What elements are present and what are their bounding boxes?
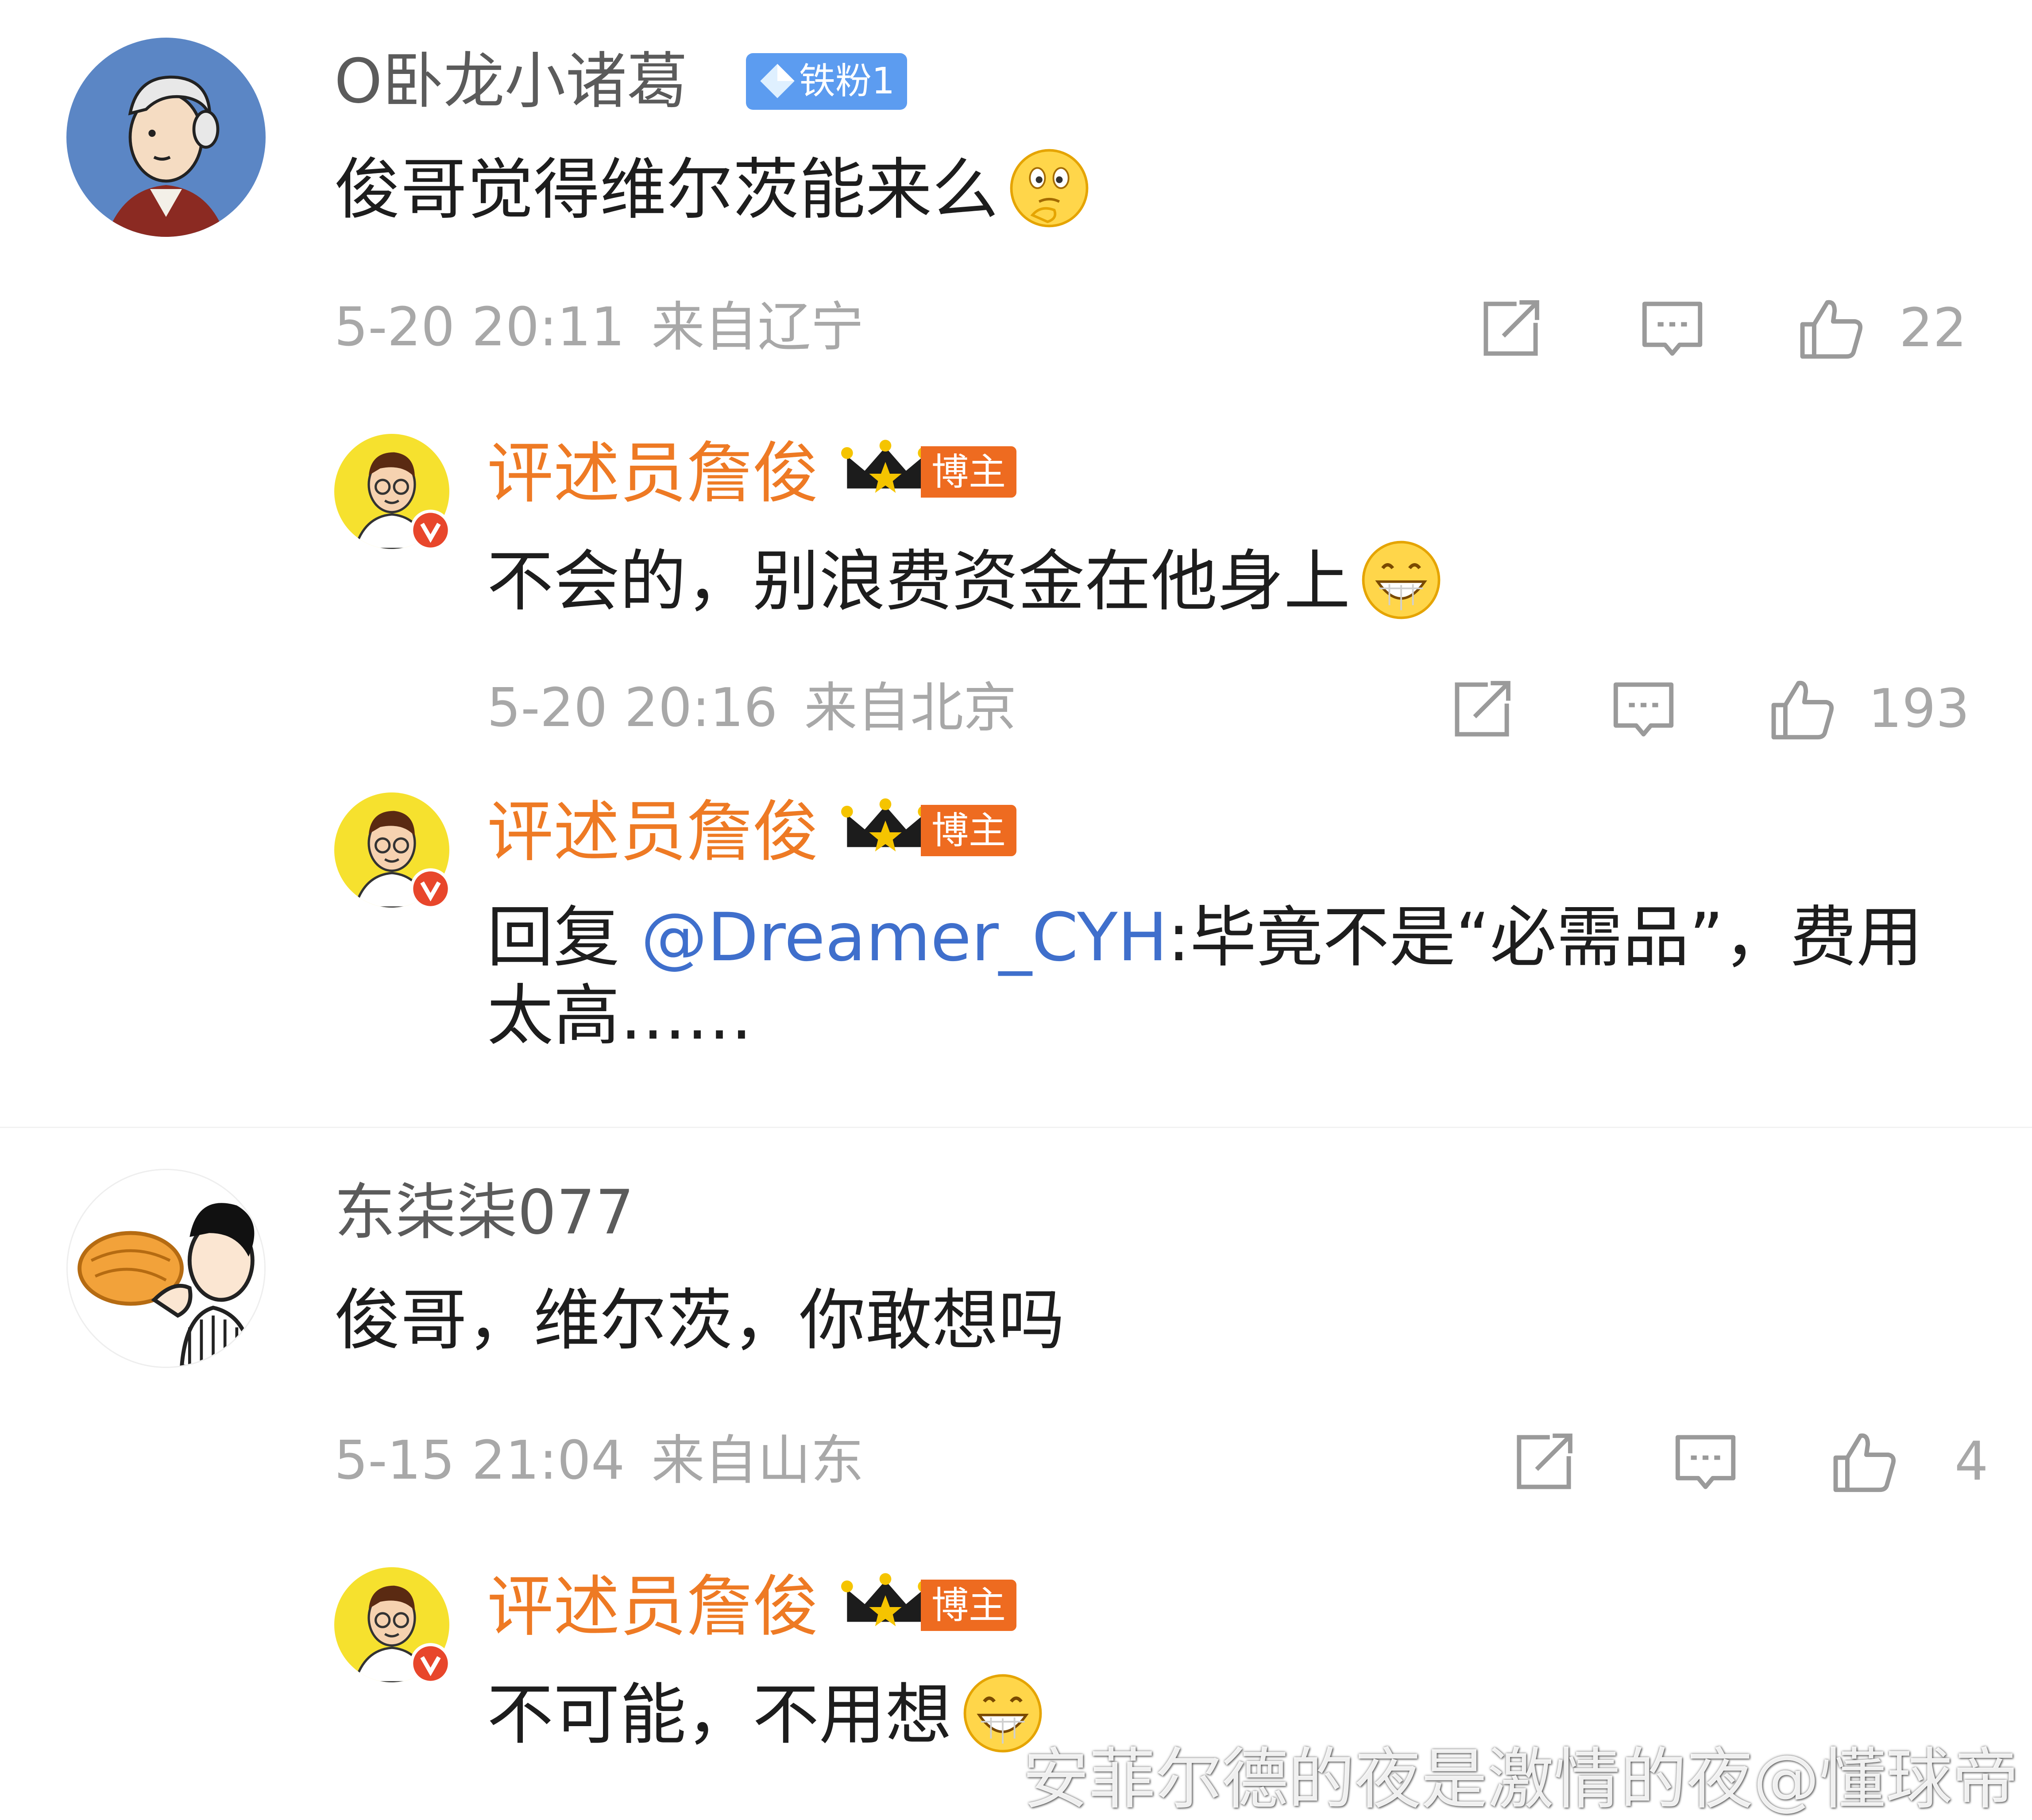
reply-text: 回复 @Dreamer_CYH:毕竟不是“必需品”，费用太高…… xyxy=(487,899,1923,1055)
blogger-badge-label: 博主 xyxy=(921,805,1017,856)
comment-meta: 5-20 20:11 来自辽宁 xyxy=(334,301,864,354)
comment-username[interactable]: 东柒柒077 xyxy=(334,1182,634,1243)
share-icon[interactable] xyxy=(1507,1426,1580,1499)
location: 来自辽宁 xyxy=(651,297,864,358)
reply-username[interactable]: 评述员詹俊 xyxy=(487,441,819,507)
reply-meta: 5-20 20:16 来自北京 xyxy=(487,682,1016,735)
comment-icon[interactable] xyxy=(1669,1426,1742,1499)
timestamp: 5-15 21:04 xyxy=(334,1430,625,1492)
like-count: 193 xyxy=(1868,678,1970,740)
crown-icon xyxy=(841,1573,930,1627)
like-icon[interactable] xyxy=(1795,292,1868,365)
crown-icon xyxy=(841,440,930,493)
grin-emoji-icon xyxy=(1359,538,1443,622)
verified-icon xyxy=(409,1642,452,1685)
blogger-badge-label: 博主 xyxy=(921,446,1017,498)
reply-text: 不会的，别浪费资金在他身上 xyxy=(487,538,1992,622)
diamond-icon xyxy=(760,64,795,98)
comment-icon[interactable] xyxy=(1607,673,1680,746)
like-icon[interactable] xyxy=(1828,1426,1901,1499)
comment-username[interactable]: O卧龙小诸葛 xyxy=(334,51,688,112)
like-count: 22 xyxy=(1899,298,1967,359)
comment-actions: 4 xyxy=(1507,1426,2014,1501)
blogger-badge[interactable]: 博主 xyxy=(841,438,1018,500)
reply-username[interactable]: 评述员詹俊 xyxy=(487,1574,819,1640)
location: 来自北京 xyxy=(804,677,1017,739)
fan-level-badge[interactable]: 铁粉1 xyxy=(746,53,908,110)
blogger-badge-label: 博主 xyxy=(921,1580,1017,1631)
comment-meta: 5-15 21:04 来自山东 xyxy=(334,1434,864,1488)
watermark: 安菲尔德的夜是激情的夜@懂球帝 xyxy=(1023,1741,2019,1818)
timestamp: 5-20 20:11 xyxy=(334,297,625,358)
crown-icon xyxy=(841,798,930,852)
timestamp: 5-20 20:16 xyxy=(487,677,778,739)
mention-link[interactable]: @Dreamer_CYH xyxy=(641,899,1168,976)
reply-actions: 193 xyxy=(1445,673,2014,748)
like-count: 4 xyxy=(1955,1431,1989,1492)
blogger-badge[interactable]: 博主 xyxy=(841,797,1018,859)
like-icon[interactable] xyxy=(1766,673,1839,746)
share-icon[interactable] xyxy=(1474,292,1547,365)
fan-badge-label: 铁粉1 xyxy=(799,60,895,102)
comment-icon[interactable] xyxy=(1636,292,1709,365)
comment-text: 俊哥，维尔茨，你敢想吗 xyxy=(334,1282,1065,1359)
avatar[interactable] xyxy=(66,38,266,237)
comment-text: 俊哥觉得维尔茨能来么 xyxy=(334,146,2017,230)
avatar[interactable] xyxy=(66,1169,266,1368)
verified-icon xyxy=(409,509,452,551)
verified-icon xyxy=(409,868,452,910)
location: 来自山东 xyxy=(651,1430,864,1492)
reply-username[interactable]: 评述员詹俊 xyxy=(487,799,819,866)
thinking-emoji-icon xyxy=(1007,146,1091,230)
blogger-badge[interactable]: 博主 xyxy=(841,1572,1018,1634)
share-icon[interactable] xyxy=(1445,673,1518,746)
divider xyxy=(0,1127,2032,1128)
comment-actions: 22 xyxy=(1474,292,2014,367)
